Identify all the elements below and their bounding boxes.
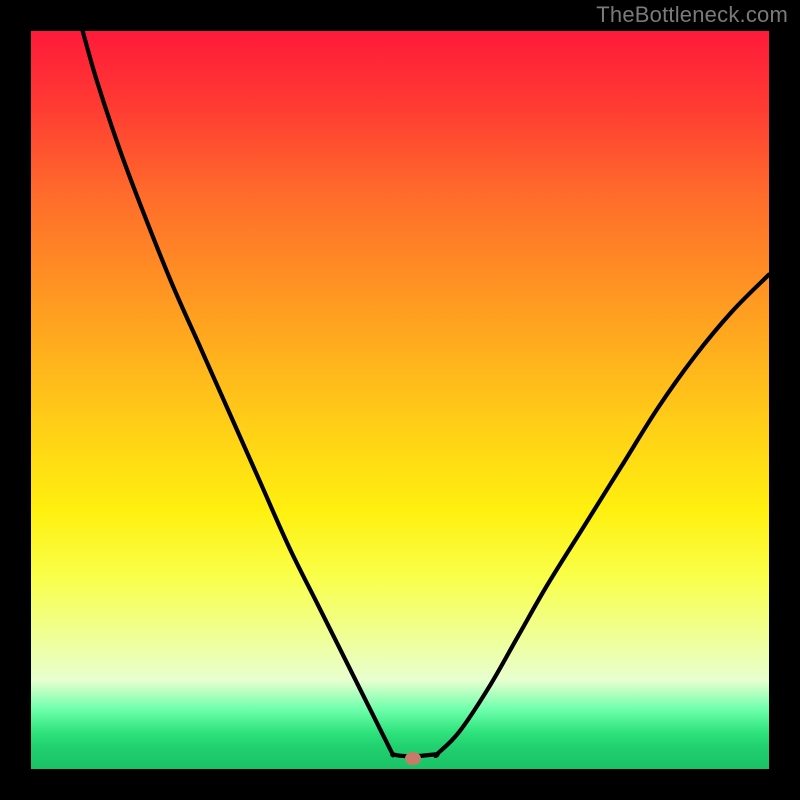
bottleneck-curve bbox=[31, 31, 769, 769]
curve-path bbox=[83, 31, 769, 756]
watermark-text: TheBottleneck.com bbox=[596, 2, 788, 28]
chart-frame: TheBottleneck.com bbox=[0, 0, 800, 800]
